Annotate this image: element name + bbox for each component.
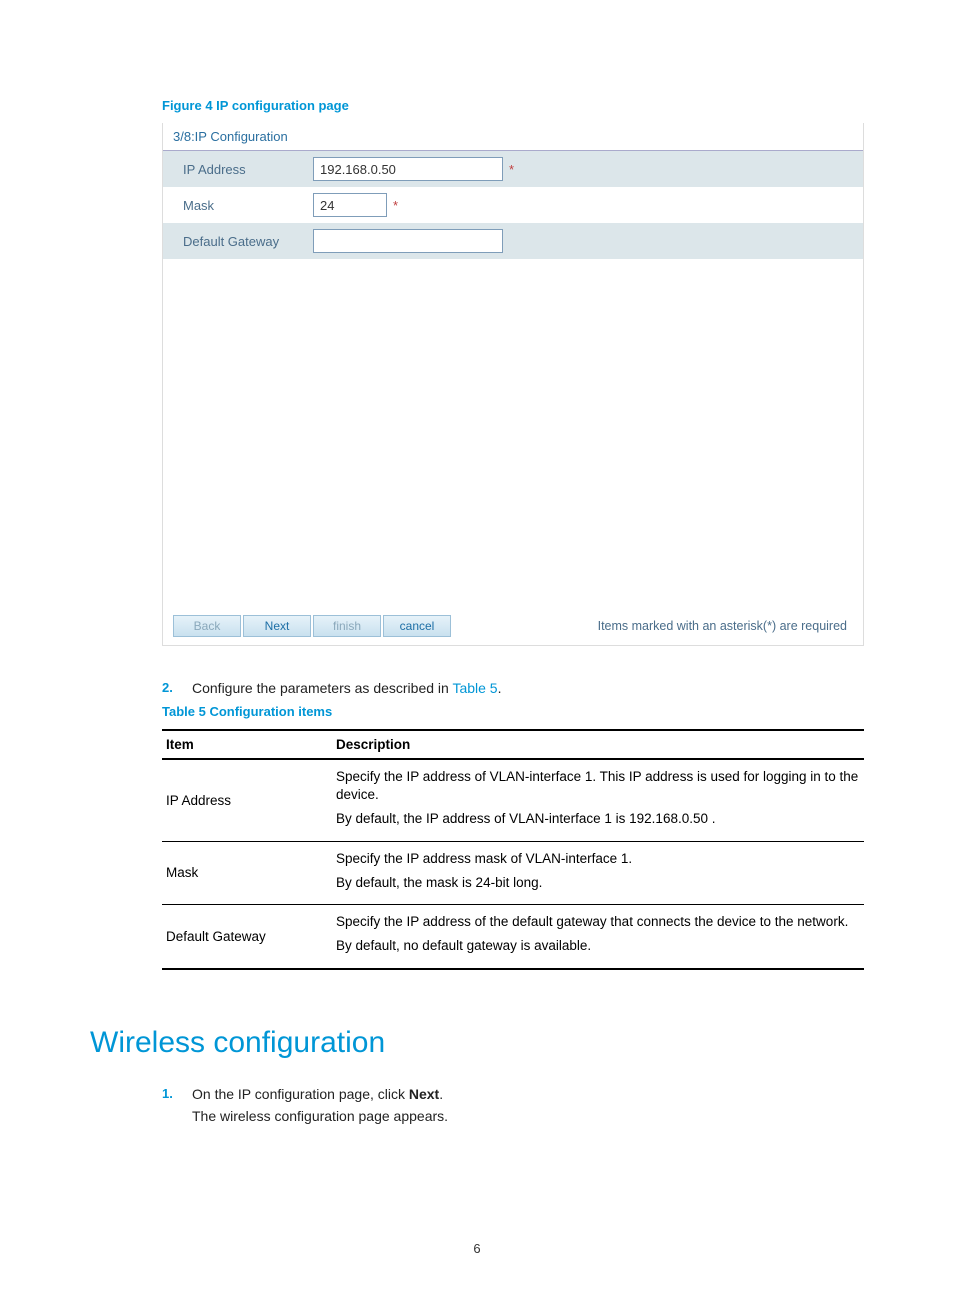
ip-config-screenshot: 3/8:IP Configuration IP Address * Mask *… bbox=[162, 123, 864, 646]
finish-button[interactable]: finish bbox=[313, 615, 381, 637]
next-button[interactable]: Next bbox=[243, 615, 311, 637]
step-text-prefix: Configure the parameters as described in bbox=[192, 680, 452, 696]
cell-desc: Specify the IP address of the default ga… bbox=[332, 905, 864, 969]
step1-prefix: On the IP configuration page, click bbox=[192, 1086, 409, 1102]
input-ip-address[interactable] bbox=[313, 157, 503, 181]
step1-suffix: . bbox=[439, 1086, 443, 1102]
cancel-button[interactable]: cancel bbox=[383, 615, 451, 637]
figure-caption: Figure 4 IP configuration page bbox=[162, 98, 864, 113]
wizard-step-header: 3/8:IP Configuration bbox=[163, 123, 863, 151]
step-2: 2. Configure the parameters as described… bbox=[162, 680, 864, 696]
th-description: Description bbox=[332, 730, 864, 759]
step1-sub: The wireless configuration page appears. bbox=[192, 1108, 448, 1124]
config-items-table: Item Description IP Address Specify the … bbox=[162, 729, 864, 970]
cell-item: IP Address bbox=[162, 759, 332, 841]
row-ip-address: IP Address * bbox=[163, 151, 863, 187]
input-default-gateway[interactable] bbox=[313, 229, 503, 253]
step-number: 1. bbox=[162, 1086, 192, 1124]
step-1: 1. On the IP configuration page, click N… bbox=[162, 1086, 864, 1124]
label-ip-address: IP Address bbox=[183, 162, 313, 177]
back-button[interactable]: Back bbox=[173, 615, 241, 637]
input-mask[interactable] bbox=[313, 193, 387, 217]
page-number: 6 bbox=[0, 1241, 954, 1256]
table-row: Mask Specify the IP address mask of VLAN… bbox=[162, 841, 864, 904]
section-heading-wireless: Wireless configuration bbox=[90, 1026, 864, 1060]
row-mask: Mask * bbox=[163, 187, 863, 223]
label-mask: Mask bbox=[183, 198, 313, 213]
row-default-gateway: Default Gateway bbox=[163, 223, 863, 259]
cell-desc: Specify the IP address mask of VLAN-inte… bbox=[332, 841, 864, 904]
step-text-suffix: . bbox=[498, 680, 502, 696]
step1-bold: Next bbox=[409, 1086, 439, 1102]
table5-link[interactable]: Table 5 bbox=[452, 680, 497, 696]
required-asterisk: * bbox=[393, 198, 398, 213]
cell-item: Mask bbox=[162, 841, 332, 904]
required-note: Items marked with an asterisk(*) are req… bbox=[598, 619, 853, 633]
cell-item: Default Gateway bbox=[162, 905, 332, 969]
table-row: Default Gateway Specify the IP address o… bbox=[162, 905, 864, 969]
th-item: Item bbox=[162, 730, 332, 759]
required-asterisk: * bbox=[509, 162, 514, 177]
table-row: IP Address Specify the IP address of VLA… bbox=[162, 759, 864, 841]
cell-desc: Specify the IP address of VLAN-interface… bbox=[332, 759, 864, 841]
table-caption: Table 5 Configuration items bbox=[162, 704, 864, 719]
label-default-gateway: Default Gateway bbox=[183, 234, 313, 249]
step-number: 2. bbox=[162, 680, 192, 696]
